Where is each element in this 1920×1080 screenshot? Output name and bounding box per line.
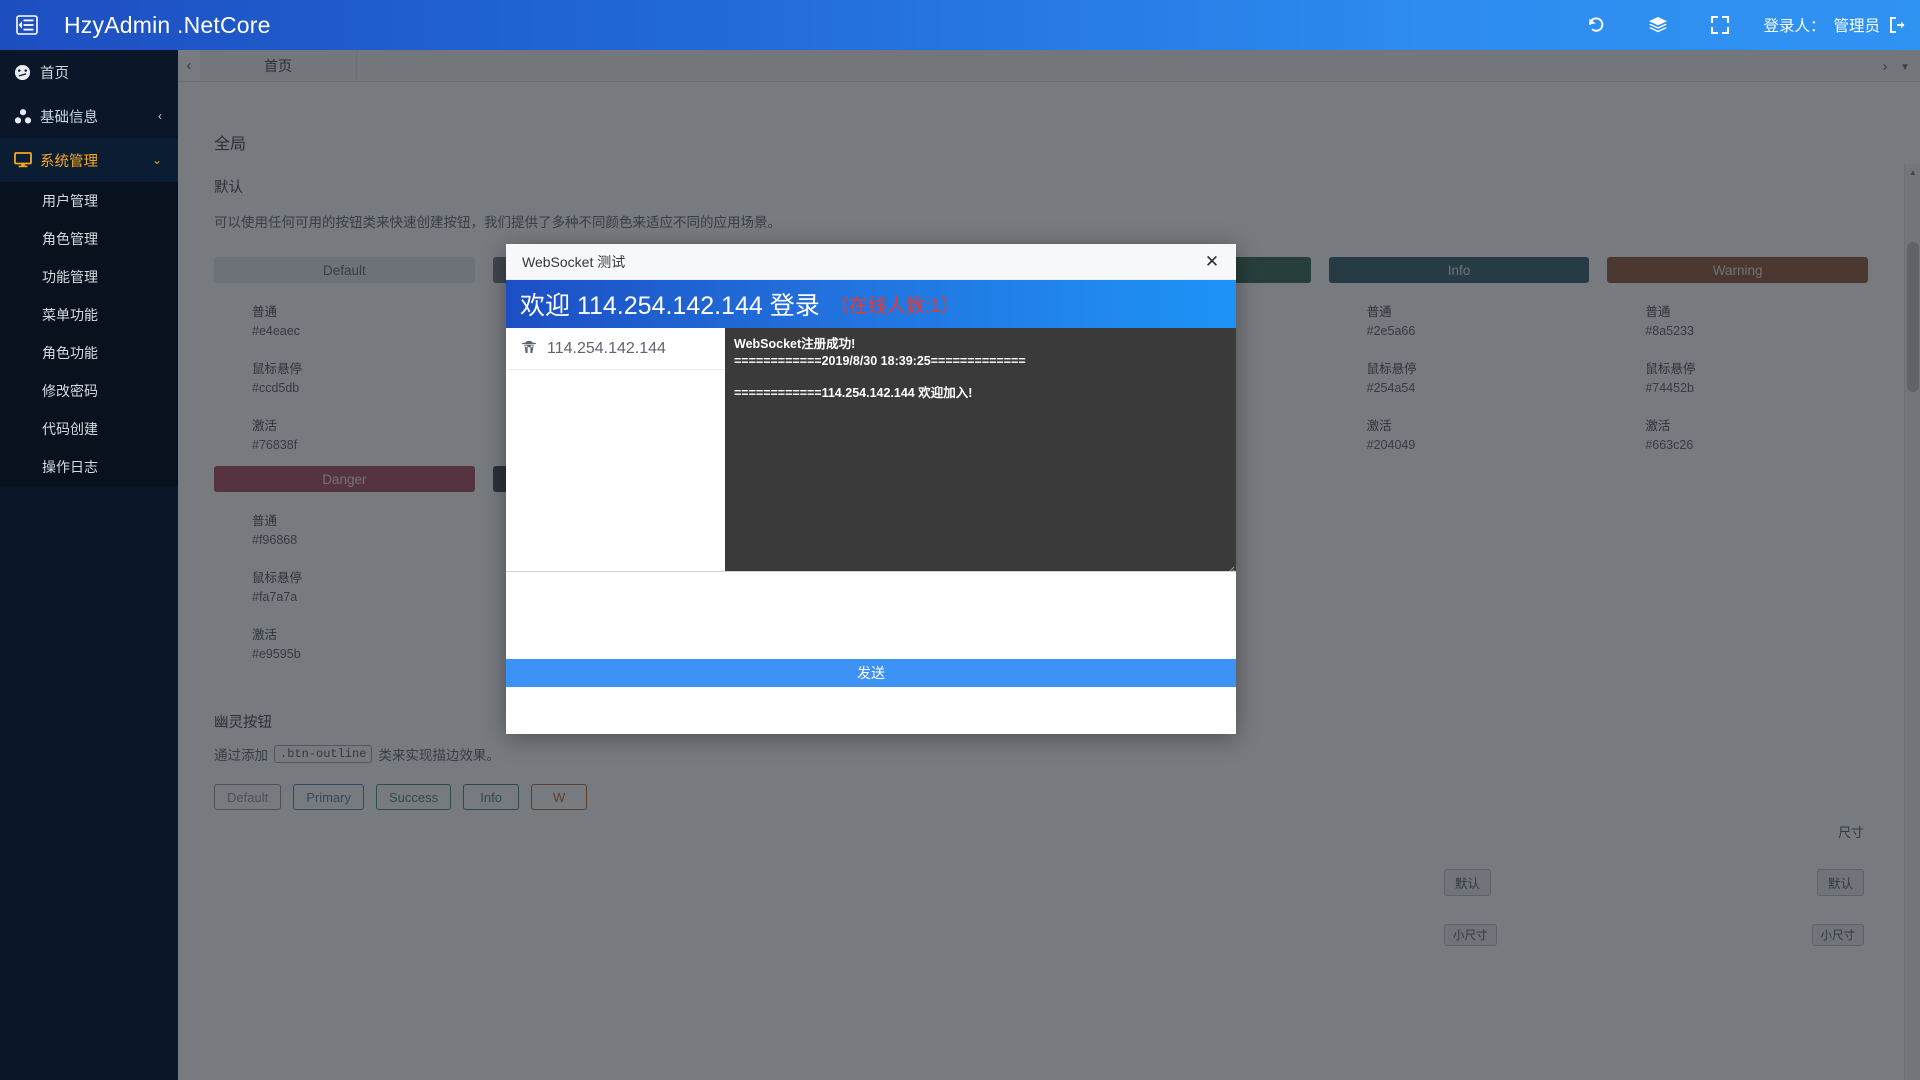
list-item[interactable]: 114.254.142.144 (506, 328, 725, 370)
message-input[interactable] (506, 572, 1236, 659)
sidebar-subitem-label: 角色管理 (42, 231, 98, 247)
log-line: ============2019/8/30 18:39:25==========… (734, 354, 1026, 368)
login-user-label: 登录人： (1763, 18, 1826, 35)
sidebar-subitem-operation-log[interactable]: 操作日志 (0, 448, 178, 486)
sidebar-subitem-user-management[interactable]: 用户管理 (0, 182, 178, 220)
sidebar-subitem-label: 操作日志 (42, 459, 98, 475)
send-button[interactable]: 发送 (506, 659, 1236, 687)
websocket-test-dialog: WebSocket 测试 ✕ 欢迎 114.254.142.144 登录 （在线… (506, 244, 1236, 734)
sidebar-item-label: 首页 (40, 65, 69, 82)
sidebar-nav: 首页 基础信息 ‹ 系统管理 ⌄ 用户管理 角色管理 功能管理 菜单功能 角色功… (0, 50, 178, 1080)
top-header-bar: HzyAdmin .NetCore 登录人： 管理员 (0, 0, 1920, 50)
websocket-message-log: WebSocket注册成功! ============2019/8/30 18:… (725, 328, 1236, 571)
sidebar-subitem-label: 修改密码 (42, 383, 98, 399)
sidebar-subitem-function-management[interactable]: 功能管理 (0, 258, 178, 296)
fullscreen-icon[interactable] (1689, 0, 1751, 50)
sidebar-item-home[interactable]: 首页 (0, 50, 178, 94)
log-line: ============114.254.142.144 欢迎加入! (734, 386, 973, 400)
logged-in-user: 登录人： 管理员 (1751, 14, 1906, 36)
dialog-header: WebSocket 测试 ✕ (506, 244, 1236, 280)
sidebar-subitem-role-function[interactable]: 角色功能 (0, 334, 178, 372)
sidebar-subitem-code-generation[interactable]: 代码创建 (0, 410, 178, 448)
logout-icon[interactable] (1888, 16, 1906, 34)
layers-icon[interactable] (1627, 0, 1689, 50)
sidebar-subitem-menu-function[interactable]: 菜单功能 (0, 296, 178, 334)
log-line-blank (734, 370, 1228, 385)
dialog-body: 114.254.142.144 WebSocket注册成功! =========… (506, 328, 1236, 571)
online-count-label: （在线人数:1） (829, 295, 960, 317)
user-secret-icon (520, 338, 538, 359)
hamburger-collapse-icon[interactable] (0, 0, 54, 50)
send-button-label: 发送 (857, 665, 885, 681)
close-icon[interactable]: ✕ (1202, 253, 1222, 270)
sidebar-item-basic-info[interactable]: 基础信息 ‹ (0, 94, 178, 138)
share-nodes-icon (14, 108, 40, 125)
app-root: HzyAdmin .NetCore 登录人： 管理员 首页 基础信息 ‹ 系统管… (0, 0, 1920, 1080)
chevron-left-icon: ‹ (158, 109, 162, 123)
sidebar-subitem-role-management[interactable]: 角色管理 (0, 220, 178, 258)
sidebar-subitem-label: 代码创建 (42, 421, 98, 437)
dashboard-icon (14, 64, 40, 81)
chevron-down-icon: ⌄ (151, 153, 162, 167)
sidebar-item-label: 基础信息 (40, 109, 98, 126)
user-ip-label: 114.254.142.144 (547, 339, 666, 357)
desktop-icon (14, 152, 40, 168)
sidebar-subitem-label: 角色功能 (42, 345, 98, 361)
login-user-name: 管理员 (1833, 18, 1880, 35)
online-user-list: 114.254.142.144 (506, 328, 725, 571)
websocket-welcome-banner: 欢迎 114.254.142.144 登录 （在线人数:1） (506, 280, 1236, 328)
dialog-footer-space (506, 687, 1236, 734)
sidebar-submenu-system: 用户管理 角色管理 功能管理 菜单功能 角色功能 修改密码 代码创建 操作日志 (0, 182, 178, 486)
log-line: WebSocket注册成功! (734, 337, 856, 351)
sidebar-item-label: 系统管理 (40, 153, 98, 170)
refresh-icon[interactable] (1565, 0, 1627, 50)
sidebar-item-system-management[interactable]: 系统管理 ⌄ (0, 138, 178, 182)
sidebar-subitem-label: 用户管理 (42, 193, 98, 209)
sidebar-subitem-change-password[interactable]: 修改密码 (0, 372, 178, 410)
resize-grip-icon[interactable] (1227, 562, 1235, 571)
dialog-title: WebSocket 测试 (522, 253, 626, 270)
message-input-wrapper (506, 571, 1236, 659)
top-header-actions: 登录人： 管理员 (1565, 0, 1920, 50)
app-brand-title: HzyAdmin .NetCore (64, 11, 271, 38)
welcome-message: 欢迎 114.254.142.144 登录 (520, 292, 820, 320)
sidebar-subitem-label: 菜单功能 (42, 307, 98, 323)
sidebar-subitem-label: 功能管理 (42, 269, 98, 285)
